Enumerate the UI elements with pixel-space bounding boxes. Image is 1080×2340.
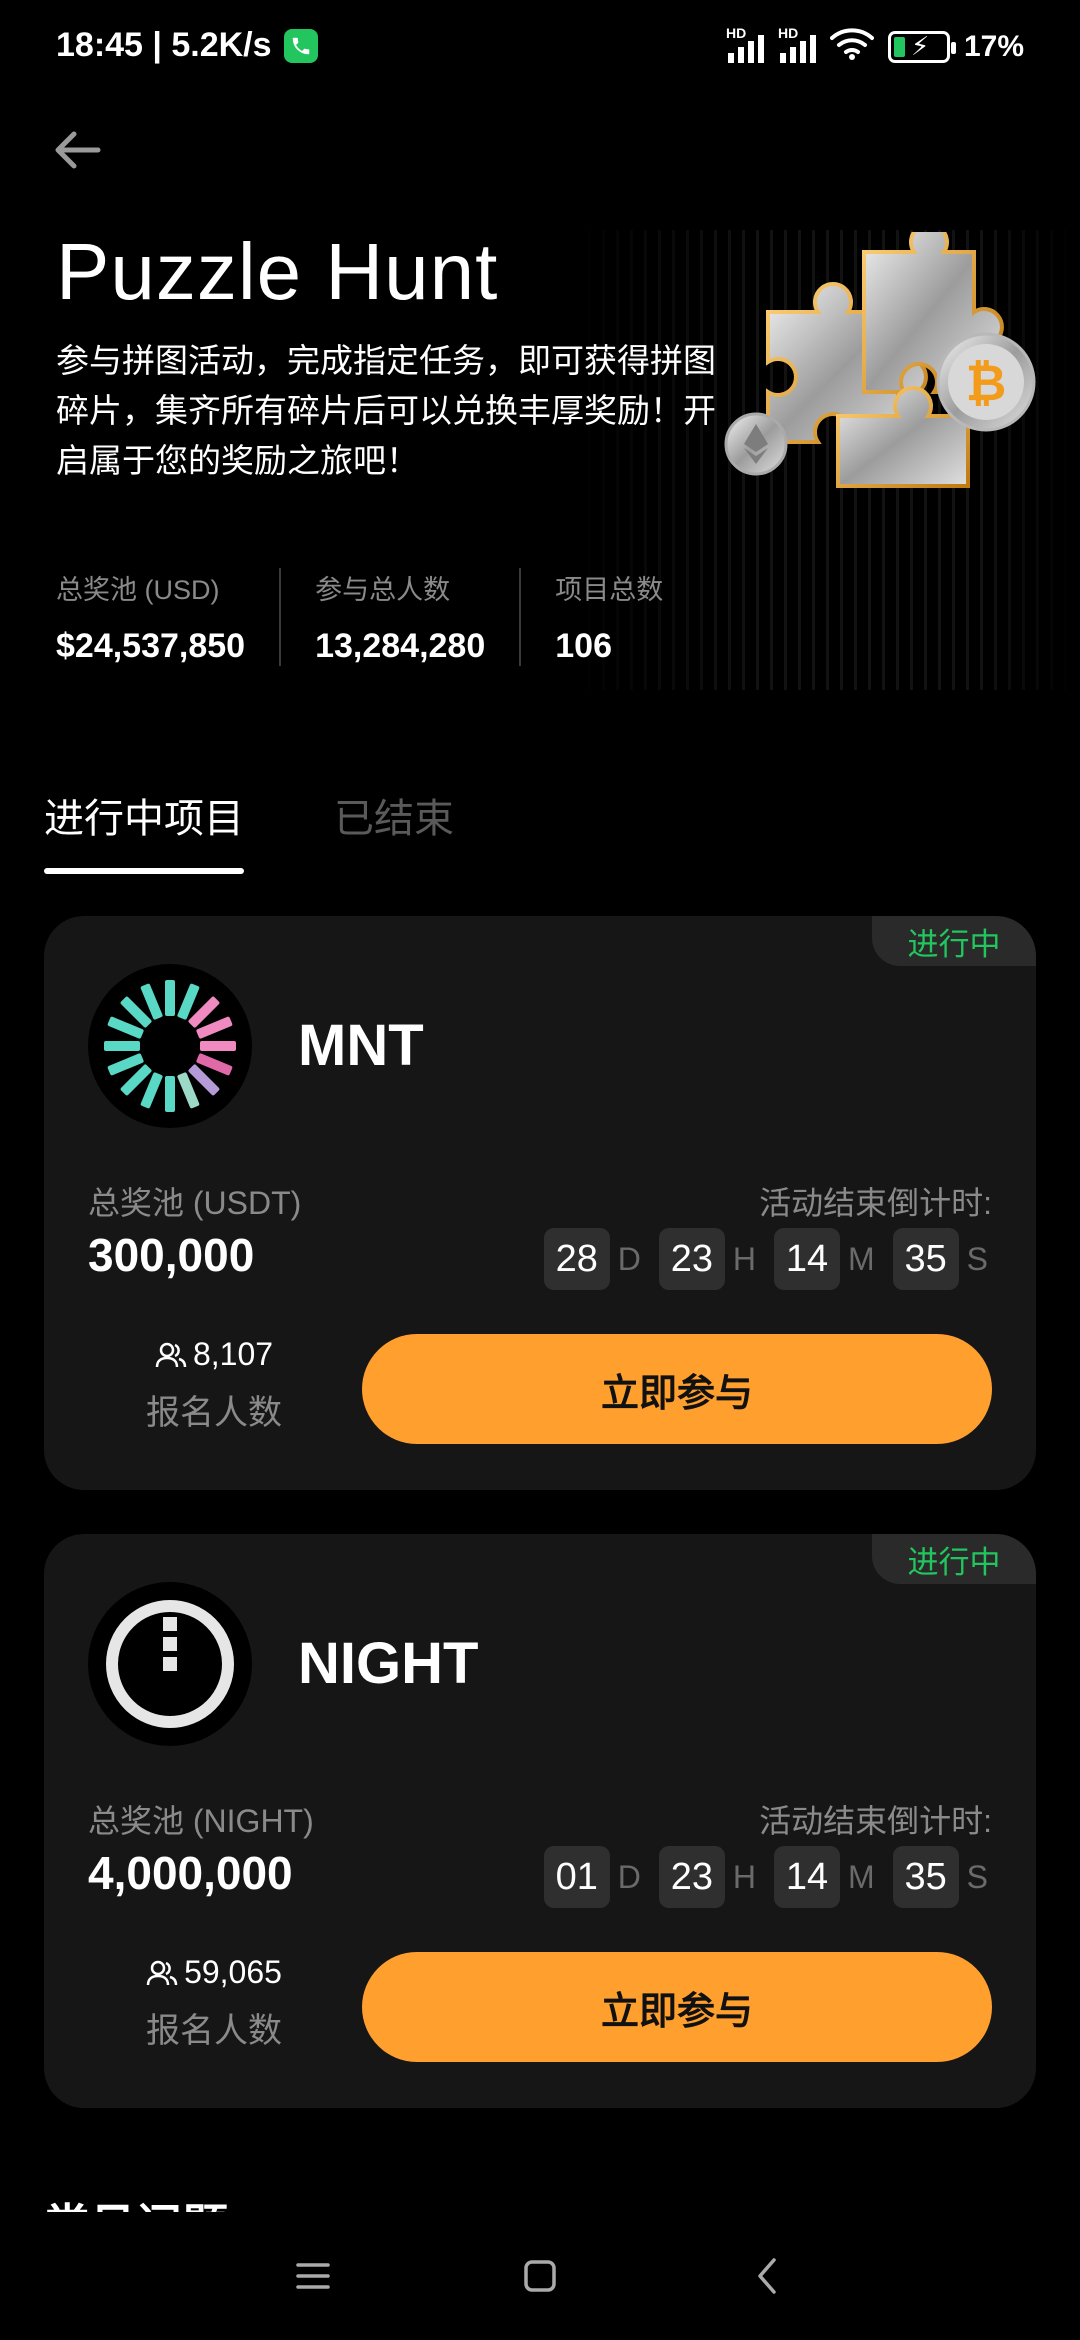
mnt-logo-icon: [88, 964, 252, 1128]
countdown-unit: S: [966, 1240, 988, 1277]
registrants-label: 报名人数: [146, 1394, 282, 1432]
tab-ongoing[interactable]: 进行中项目: [44, 786, 244, 874]
wifi-icon: [829, 26, 874, 68]
countdown-days: 01: [543, 1846, 610, 1908]
countdown-label: 活动结束倒计时:: [759, 1185, 992, 1221]
countdown-unit: D: [617, 1240, 641, 1277]
registrants-value: 59,065: [184, 1954, 282, 1990]
project-name: MNT: [298, 1013, 424, 1078]
registrants-value: 8,107: [192, 1336, 274, 1372]
night-logo-icon: [88, 1582, 252, 1746]
stat-label: 参与总人数: [315, 575, 451, 605]
battery-icon: ⚡: [887, 31, 956, 63]
pool-value: 4,000,000: [88, 1847, 293, 1899]
countdown-days: 28: [543, 1228, 610, 1290]
system-nav-bar: [0, 2212, 1080, 2340]
tab-bar: 进行中项目 已结束: [44, 786, 454, 874]
countdown-timer: 28 D 23 H 14 M 35 S: [543, 1228, 988, 1290]
countdown-seconds: 35: [892, 1228, 959, 1290]
countdown-unit: H: [732, 1240, 756, 1277]
stat-value: 13,284,280: [315, 627, 486, 665]
status-bar: 18:45 | 5.2K/s HD HD ⚡ 17%: [0, 0, 1080, 96]
project-card-mnt[interactable]: 进行中 MNT 总奖池 (USDT) 300,000 活动结束倒计时: 28 D…: [44, 916, 1036, 1490]
stat-participants: 参与总人数 13,284,280: [315, 568, 522, 666]
nav-back-button[interactable]: [737, 2246, 797, 2306]
countdown-unit: M: [848, 1858, 875, 1895]
signal-icon: HD: [778, 25, 816, 63]
stats-row: 总奖池 (USD) $24,537,850 参与总人数 13,284,280 项…: [56, 568, 731, 666]
nav-back-icon: [757, 2258, 776, 2294]
puzzle-coins-illustration: ₿: [724, 232, 1036, 488]
battery-percent: 17%: [963, 30, 1024, 63]
countdown-unit: S: [966, 1858, 988, 1895]
countdown-minutes: 14: [774, 1228, 840, 1290]
page: 18:45 | 5.2K/s HD HD ⚡ 17% ₿ Puzzle Hunt…: [0, 0, 1080, 2340]
menu-button[interactable]: [283, 2246, 343, 2306]
signal-icon: HD: [726, 25, 764, 63]
status-right: HD HD ⚡ 17%: [726, 25, 1024, 68]
home-button[interactable]: [510, 2246, 570, 2306]
project-name: NIGHT: [298, 1631, 479, 1696]
countdown-seconds: 35: [892, 1846, 959, 1908]
countdown-hours: 23: [658, 1846, 725, 1908]
registrants-count: 59,065: [144, 1954, 284, 1991]
countdown-unit: H: [732, 1858, 756, 1895]
pool-value: 300,000: [88, 1229, 255, 1281]
countdown-label: 活动结束倒计时:: [759, 1803, 992, 1839]
status-left: 18:45 | 5.2K/s: [56, 26, 318, 65]
registrants-count: 8,107: [144, 1336, 284, 1373]
join-button[interactable]: 立即参与: [362, 1952, 992, 2062]
stat-label: 项目总数: [555, 575, 664, 605]
stat-value: $24,537,850: [56, 627, 246, 665]
stat-value: 106: [555, 627, 612, 665]
stat-total-pool: 总奖池 (USD) $24,537,850: [56, 568, 282, 666]
status-time: 18:45 | 5.2K/s: [56, 26, 272, 64]
countdown-hours: 23: [658, 1228, 725, 1290]
stat-label: 总奖池 (USD): [56, 575, 220, 605]
back-button[interactable]: [50, 122, 106, 178]
tab-ended[interactable]: 已结束: [334, 786, 454, 874]
back-arrow-icon: [55, 131, 101, 169]
stat-project-count: 项目总数 106: [555, 568, 697, 666]
countdown-minutes: 14: [774, 1846, 840, 1908]
phone-call-icon: [283, 28, 318, 63]
pool-label: 总奖池 (USDT): [88, 1185, 302, 1221]
registrants-block: 8,107 报名人数: [144, 1336, 284, 1434]
svg-text:₿: ₿: [966, 354, 1007, 412]
join-button[interactable]: 立即参与: [362, 1334, 992, 1444]
users-icon: [146, 1960, 178, 1985]
home-icon: [524, 2260, 556, 2292]
page-description: 参与拼图活动，完成指定任务，即可获得拼图碎片，集齐所有碎片后可以兑换丰厚奖励！开…: [56, 342, 716, 479]
pool-label: 总奖池 (NIGHT): [88, 1803, 314, 1839]
status-badge: 进行中: [872, 916, 1036, 966]
registrants-label: 报名人数: [146, 2012, 282, 2050]
registrants-block: 59,065 报名人数: [144, 1954, 284, 2052]
project-card-night[interactable]: 进行中 NIGHT 总奖池 (NIGHT) 4,000,000 活动结束倒计时:…: [44, 1534, 1036, 2108]
countdown-unit: D: [617, 1858, 641, 1895]
menu-icon: [296, 2263, 331, 2289]
countdown-timer: 01 D 23 H 14 M 35 S: [543, 1846, 988, 1908]
status-badge: 进行中: [872, 1534, 1036, 1584]
users-icon: [155, 1342, 187, 1367]
countdown-unit: M: [848, 1240, 875, 1277]
page-title: Puzzle Hunt: [56, 227, 499, 316]
